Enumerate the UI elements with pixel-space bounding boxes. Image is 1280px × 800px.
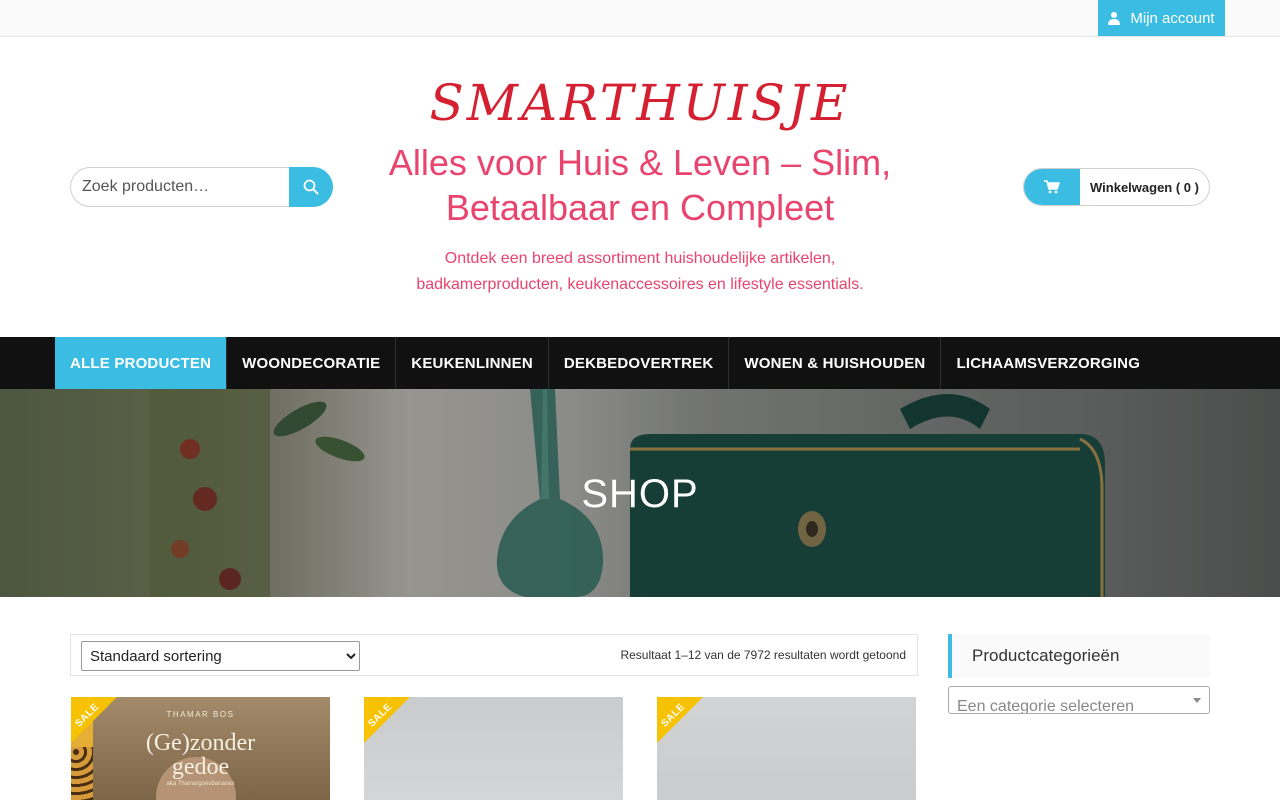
cart-icon-box xyxy=(1024,169,1080,205)
nav-item-alle-producten[interactable]: ALLE PRODUCTEN xyxy=(55,337,228,389)
user-icon xyxy=(1108,11,1121,25)
shop-toolbar: Standaard sortering Resultaat 1–12 van d… xyxy=(70,634,918,676)
main-navigation: ALLE PRODUCTEN WOONDECORATIE KEUKENLINNE… xyxy=(0,337,1280,389)
my-account-button[interactable]: Mijn account xyxy=(1098,0,1225,36)
cart-button[interactable]: Winkelwagen ( 0 ) xyxy=(1023,168,1210,206)
product-card[interactable]: SALE xyxy=(657,697,916,800)
nav-item-woondecoratie[interactable]: WOONDECORATIE xyxy=(227,337,397,389)
search-input[interactable] xyxy=(70,167,289,207)
chevron-down-icon xyxy=(1193,698,1201,703)
product-search xyxy=(70,167,333,207)
book-subtitle: aka Thamargoesbananas xyxy=(166,781,235,787)
site-tagline: Alles voor Huis & Leven – Slim, Betaalba… xyxy=(388,142,892,228)
search-button[interactable] xyxy=(289,167,333,207)
nav-item-dekbedovertrek[interactable]: DEKBEDOVERTREK xyxy=(549,337,730,389)
product-card[interactable]: THAMAR BOS (Ge)zonder gedoe aka Thamargo… xyxy=(71,697,330,800)
cart-label: Winkelwagen ( 0 ) xyxy=(1090,179,1199,195)
site-description: Ontdek een breed assortiment huishoudeli… xyxy=(416,250,864,293)
nav-item-wonen-huishouden[interactable]: WONEN & HUISHOUDEN xyxy=(729,337,942,389)
product-card[interactable]: SALE xyxy=(364,697,623,800)
category-select[interactable]: Een categorie selecteren xyxy=(948,686,1210,714)
nav-item-keukenlinnen[interactable]: KEUKENLINNEN xyxy=(396,337,549,389)
category-select-placeholder: Een categorie selecteren xyxy=(957,698,1134,714)
my-account-label: Mijn account xyxy=(1130,9,1215,27)
top-bar: Mijn account xyxy=(0,0,1280,37)
search-icon xyxy=(303,179,319,195)
result-count: Resultaat 1–12 van de 7972 resultaten wo… xyxy=(620,648,906,662)
nav-item-lichaamsverzorging[interactable]: LICHAAMSVERZORGING xyxy=(941,337,1155,389)
sort-select[interactable]: Standaard sortering xyxy=(81,641,360,671)
cart-icon xyxy=(1044,180,1060,194)
hero-title: SHOP xyxy=(581,472,699,516)
book-title-line-2: gedoe xyxy=(171,754,230,780)
product-categories-title: Productcategorieën xyxy=(948,634,1210,678)
site-logo[interactable]: SMARTHUISJE xyxy=(360,74,920,132)
